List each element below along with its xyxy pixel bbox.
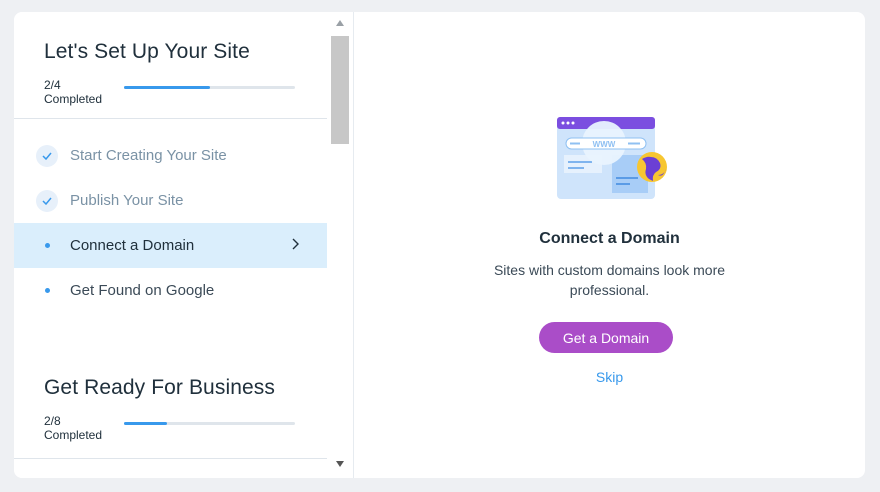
- setup-progress: 2/4 Completed: [44, 78, 297, 118]
- business-progress: 2/8 Completed: [44, 414, 297, 454]
- setup-section-header: Let's Set Up Your Site 2/4 Completed: [14, 12, 327, 118]
- step-detail: WWW Connect a Domain Sites with custom d…: [354, 12, 865, 478]
- step-start-creating[interactable]: Start Creating Your Site: [14, 133, 327, 178]
- setup-progress-bar: [124, 86, 295, 89]
- detail-description: Sites with custom domains look more prof…: [493, 262, 726, 298]
- step-label: Get Found on Google: [70, 282, 215, 299]
- business-progress-fill: [124, 422, 167, 425]
- sidebar-scrollbar[interactable]: [327, 12, 353, 478]
- step-label: Publish Your Site: [70, 192, 184, 209]
- business-section-header: Get Ready For Business 2/8 Completed: [14, 364, 327, 454]
- divider: [14, 458, 327, 459]
- check-icon: [36, 189, 58, 212]
- business-progress-label: Completed: [44, 428, 103, 442]
- step-get-found-google[interactable]: Get Found on Google: [14, 268, 327, 313]
- scroll-up-arrow-icon[interactable]: [336, 20, 344, 26]
- bullet-icon: [36, 288, 58, 293]
- step-publish-site[interactable]: Publish Your Site: [14, 178, 327, 223]
- skip-link[interactable]: Skip: [354, 369, 865, 385]
- detail-title: Connect a Domain: [539, 230, 680, 247]
- business-section-title: Get Ready For Business: [44, 376, 275, 399]
- step-label: Connect a Domain: [70, 237, 195, 254]
- setup-sidebar: Let's Set Up Your Site 2/4 Completed Sta…: [14, 12, 327, 478]
- step-label: Start Creating Your Site: [70, 147, 227, 164]
- step-connect-domain[interactable]: Connect a Domain: [14, 223, 327, 268]
- chevron-right-icon: [292, 237, 299, 254]
- setup-panel: Let's Set Up Your Site 2/4 Completed Sta…: [14, 12, 865, 478]
- business-progress-count: 2/8: [44, 414, 61, 428]
- check-icon: [36, 144, 58, 167]
- setup-progress-label: Completed: [44, 92, 103, 106]
- get-domain-button[interactable]: Get a Domain: [539, 322, 673, 353]
- business-progress-text: 2/8 Completed: [44, 414, 102, 442]
- business-progress-bar: [124, 422, 295, 425]
- www-text: WWW: [593, 140, 616, 149]
- setup-section-title: Let's Set Up Your Site: [44, 40, 250, 63]
- setup-progress-count: 2/4: [44, 78, 61, 92]
- setup-steps-list: Start Creating Your Site Publish Your Si…: [14, 119, 327, 313]
- setup-progress-text: 2/4 Completed: [44, 78, 102, 106]
- scrollbar-thumb[interactable]: [331, 36, 349, 144]
- setup-progress-fill: [124, 86, 210, 89]
- scroll-down-arrow-icon[interactable]: [336, 461, 344, 467]
- bullet-icon: [36, 243, 58, 248]
- domain-browser-icon: WWW: [554, 115, 672, 206]
- business-section: Get Ready For Business 2/8 Completed: [14, 364, 327, 459]
